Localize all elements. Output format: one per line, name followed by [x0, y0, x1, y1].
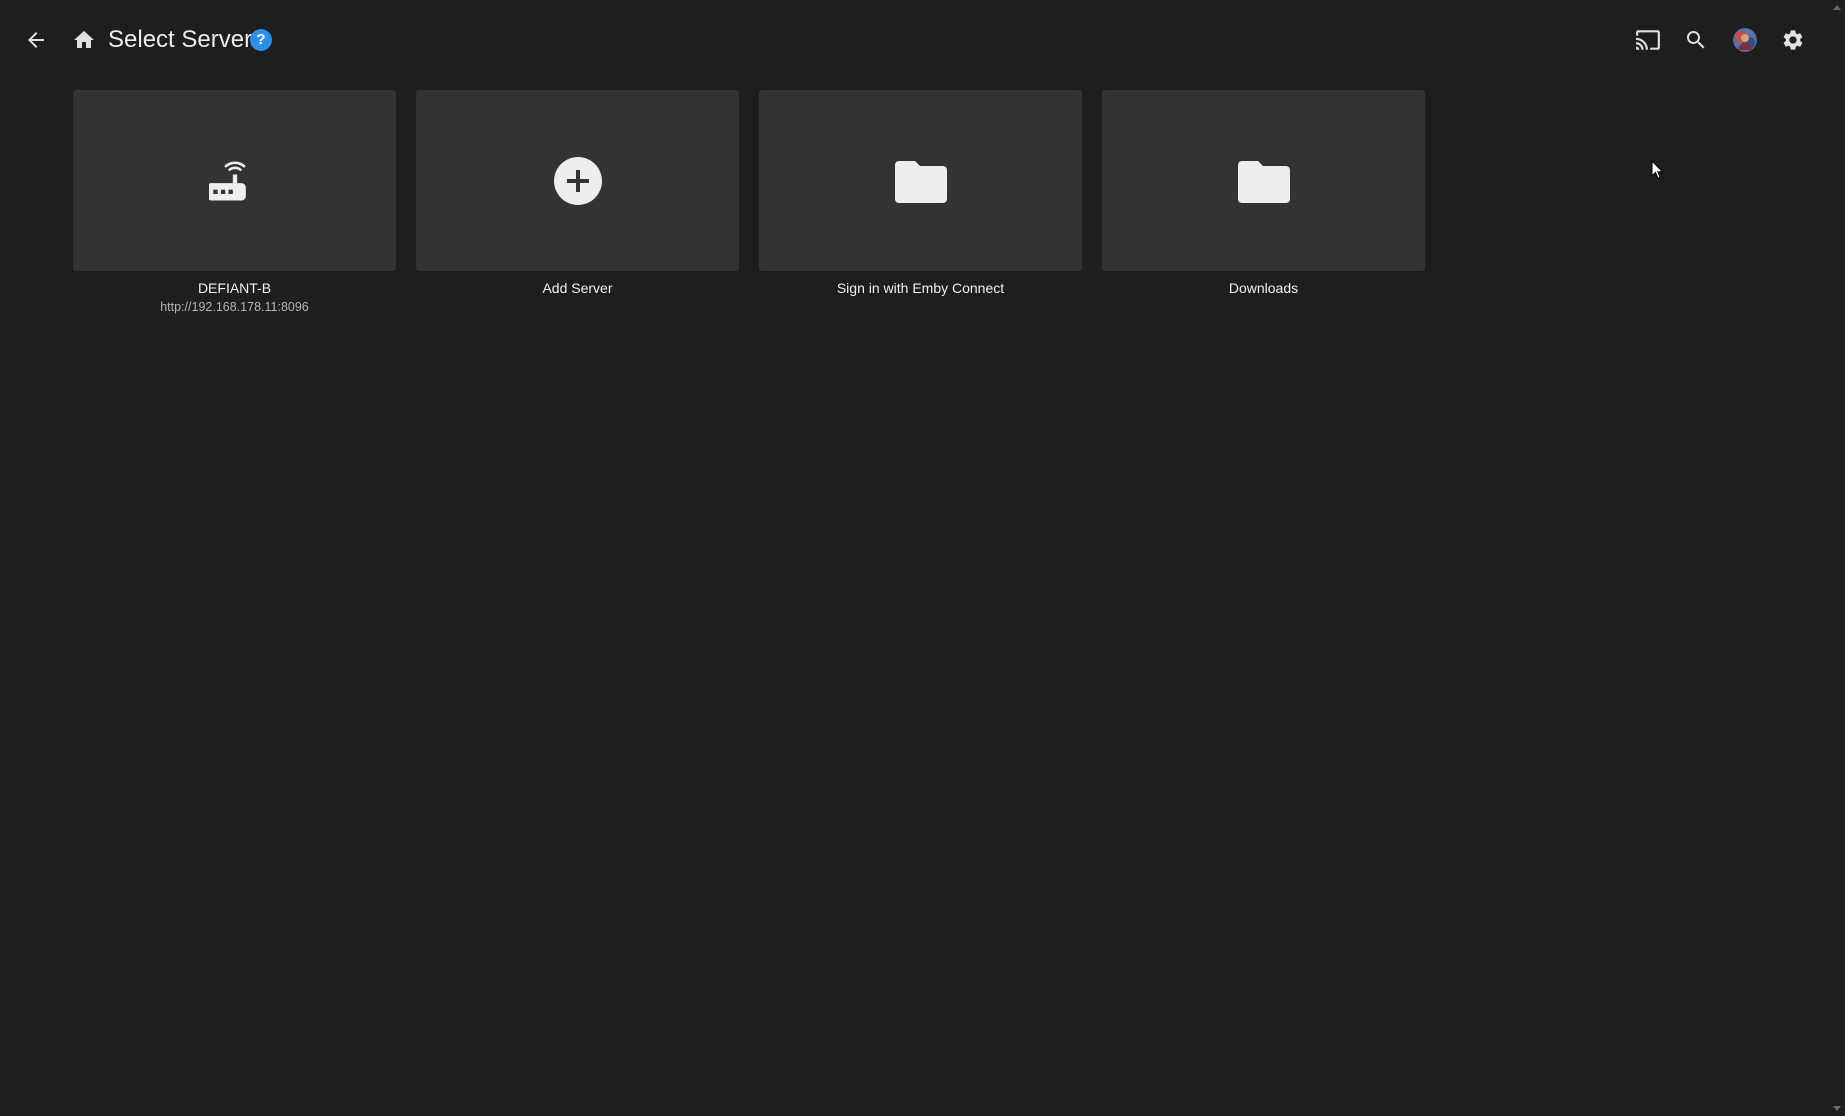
- scroll-down-icon[interactable]: [1833, 1106, 1841, 1111]
- folder-icon: [1237, 160, 1290, 203]
- vertical-scrollbar[interactable]: [1829, 0, 1845, 1116]
- top-bar: Select Server ?: [0, 0, 1829, 80]
- downloads-card[interactable]: Downloads: [1102, 90, 1425, 297]
- cast-button[interactable]: [1624, 16, 1672, 64]
- card-image[interactable]: [416, 90, 739, 271]
- cast-icon: [1636, 30, 1660, 50]
- router-icon: [208, 161, 246, 200]
- folder-icon: [894, 160, 947, 203]
- server-list: DEFIANT-B http://192.168.178.11:8096 Add…: [73, 90, 1433, 330]
- user-avatar[interactable]: [1733, 28, 1757, 52]
- app-window: Select Server ? DEFIANT-B http://192.168…: [0, 0, 1845, 1116]
- page-title: Select Server: [108, 26, 253, 53]
- server-card-defiant-b[interactable]: DEFIANT-B http://192.168.178.11:8096: [73, 90, 396, 315]
- home-icon: [74, 31, 94, 48]
- card-image[interactable]: [73, 90, 396, 271]
- avatar-image: [1733, 28, 1757, 52]
- card-title: DEFIANT-B: [197, 280, 272, 296]
- search-icon: [1687, 31, 1705, 49]
- card-title: Sign in with Emby Connect: [836, 280, 1005, 296]
- settings-button[interactable]: [1769, 16, 1817, 64]
- scroll-up-icon[interactable]: [1833, 5, 1841, 10]
- card-image[interactable]: [759, 90, 1082, 271]
- arrow-left-icon: [28, 32, 44, 48]
- emby-connect-card[interactable]: Sign in with Emby Connect: [759, 90, 1082, 297]
- home-button[interactable]: [60, 16, 108, 64]
- search-button[interactable]: [1672, 16, 1720, 64]
- mouse-cursor-icon: [1651, 159, 1665, 185]
- add-circle-icon: [553, 156, 602, 205]
- back-button[interactable]: [12, 16, 60, 64]
- card-image[interactable]: [1102, 90, 1425, 271]
- card-title: Add Server: [542, 280, 613, 296]
- add-server-card[interactable]: Add Server: [416, 90, 739, 297]
- card-title: Downloads: [1228, 280, 1299, 296]
- help-icon[interactable]: ?: [250, 29, 272, 51]
- gear-icon: [1783, 30, 1803, 50]
- card-subtitle: http://192.168.178.11:8096: [160, 300, 309, 314]
